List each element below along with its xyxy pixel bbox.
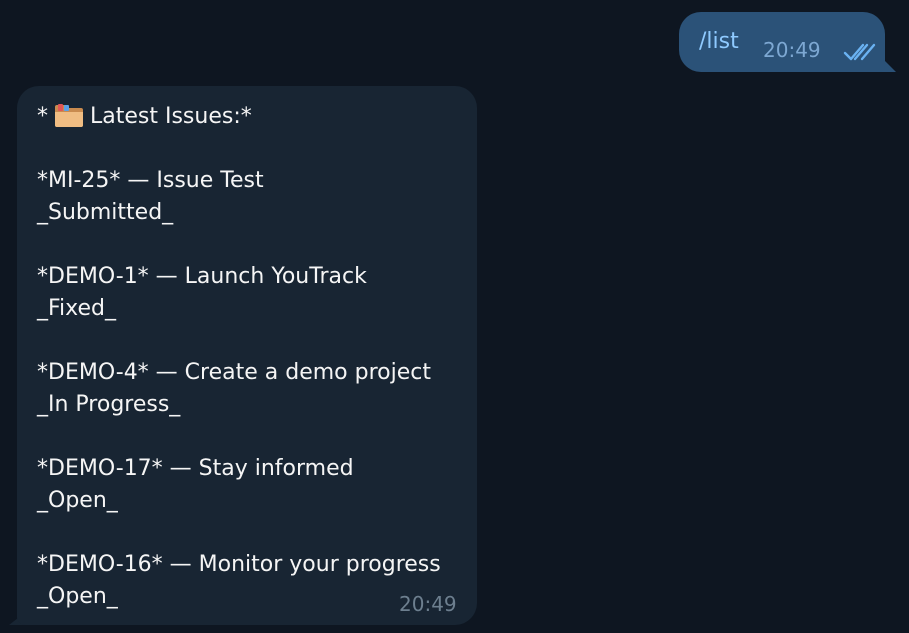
chat-area: /list 20:49 * Latest Issues:* *MI-25* — …: [0, 0, 909, 633]
outgoing-message-time: 20:49: [763, 38, 821, 62]
incoming-message-time: 20:49: [399, 592, 457, 616]
issue-line-status: _In Progress_: [37, 392, 181, 417]
issue-line-status: _Fixed_: [37, 296, 117, 321]
issue-line-title: *DEMO-1* — Launch YouTrack: [37, 264, 367, 289]
issue-line-status: _Submitted_: [37, 200, 174, 225]
outgoing-message-text: /list: [699, 29, 739, 54]
outgoing-message[interactable]: /list 20:49: [679, 12, 885, 72]
issue-line-title: *DEMO-16* — Monitor your progress: [37, 552, 441, 577]
header-text: Latest Issues:*: [90, 104, 252, 129]
issue-line-status: _Open_: [37, 584, 118, 609]
folder-icon: [54, 102, 84, 128]
message-header: * Latest Issues:*: [37, 102, 252, 132]
incoming-message[interactable]: * Latest Issues:* *MI-25* — Issue Test _…: [17, 86, 477, 625]
issue-line-title: *MI-25* — Issue Test: [37, 168, 264, 193]
header-prefix: *: [37, 104, 48, 129]
issue-line-status: _Open_: [37, 488, 118, 513]
double-check-icon: [843, 43, 876, 61]
issue-line-title: *DEMO-17* — Stay informed: [37, 456, 354, 481]
issue-line-title: *DEMO-4* — Create a demo project: [37, 360, 431, 385]
